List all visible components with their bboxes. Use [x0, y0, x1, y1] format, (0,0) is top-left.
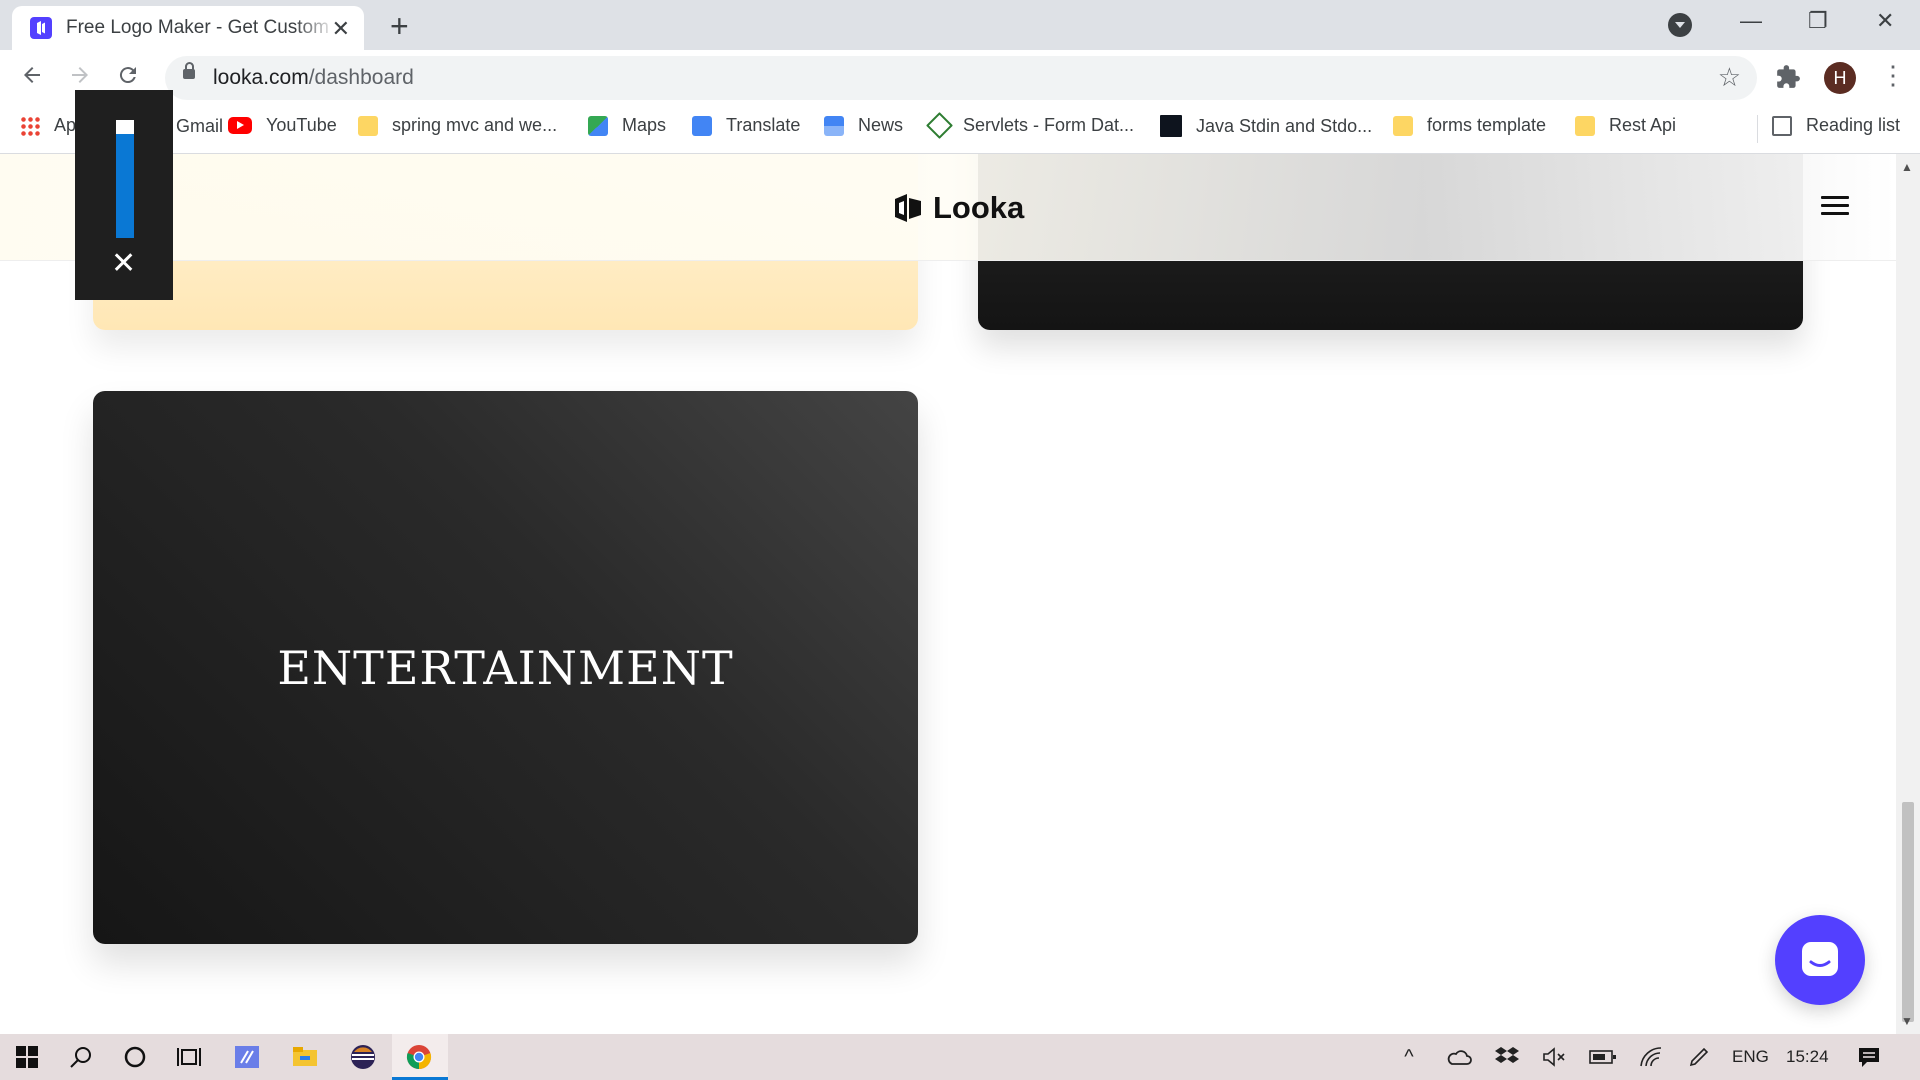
page-viewport: ENTERTAINMENT Looka	[0, 154, 1896, 1034]
bookmarks-divider	[1757, 115, 1758, 143]
folder-icon	[1393, 115, 1413, 136]
chrome-menu-icon[interactable]: ⋮	[1880, 60, 1906, 91]
minimize-button[interactable]: —	[1740, 8, 1762, 34]
volume-muted-icon[interactable]	[1540, 1042, 1570, 1072]
battery-icon[interactable]	[1588, 1042, 1618, 1072]
bookmark-translate[interactable]: Translate	[692, 115, 800, 136]
windows-start-icon[interactable]	[12, 1042, 42, 1072]
pen-icon[interactable]	[1684, 1042, 1714, 1072]
language-indicator[interactable]: ENG	[1732, 1047, 1769, 1067]
scroll-up-arrow-icon[interactable]: ▲	[1901, 160, 1913, 174]
entertainment-label: ENTERTAINMENT	[277, 640, 734, 695]
bookmark-youtube[interactable]: YouTube	[228, 115, 337, 136]
show-hidden-icons-icon[interactable]: ^	[1394, 1042, 1424, 1072]
bookmark-servlets[interactable]: Servlets - Form Dat...	[926, 112, 1134, 139]
bookmark-folder-forms[interactable]: forms template	[1393, 115, 1546, 136]
hackerrank-icon	[1160, 115, 1182, 137]
close-tab-icon[interactable]: ✕	[332, 16, 350, 42]
bookmark-news[interactable]: News	[824, 115, 903, 136]
tab-title: Free Logo Maker - Get Custom Logo	[66, 17, 336, 38]
scroll-down-arrow-icon[interactable]: ▼	[1901, 1014, 1913, 1028]
eclipse-icon[interactable]	[348, 1042, 378, 1072]
news-icon	[824, 115, 844, 136]
bookmark-hackerrank[interactable]: Java Stdin and Stdo...	[1160, 115, 1372, 137]
logo-text: Looka	[933, 190, 1025, 225]
page-scrollbar[interactable]: ▲ ▼	[1896, 154, 1920, 1034]
volume-overlay: ✕	[75, 90, 173, 300]
extensions-icon[interactable]	[1775, 64, 1801, 90]
address-bar[interactable]: looka.com/dashboard ☆	[165, 56, 1757, 100]
bookmark-maps[interactable]: Maps	[588, 115, 666, 136]
url-text: looka.com/dashboard	[213, 66, 414, 89]
lock-icon[interactable]	[183, 62, 195, 79]
servlets-icon	[926, 112, 953, 139]
apps-grid-icon	[20, 115, 40, 136]
hamburger-menu-icon[interactable]	[1821, 196, 1849, 216]
close-window-button[interactable]: ✕	[1876, 8, 1894, 34]
youtube-icon	[228, 117, 252, 134]
profile-avatar[interactable]: H	[1824, 62, 1856, 94]
translate-icon	[692, 115, 712, 136]
looka-logo[interactable]: Looka	[893, 190, 1024, 226]
search-icon[interactable]	[66, 1042, 96, 1072]
restore-button[interactable]: ❐	[1808, 8, 1828, 34]
scrollbar-thumb[interactable]	[1902, 802, 1914, 1022]
cortana-icon[interactable]	[120, 1042, 150, 1072]
bookmarks-bar: Apps Gmail YouTube spring mvc and we... …	[0, 105, 1920, 154]
looka-favicon-icon	[30, 17, 52, 39]
new-tab-button[interactable]: +	[390, 8, 409, 45]
folder-icon	[358, 115, 378, 136]
reading-list-button[interactable]: Reading list	[1772, 115, 1900, 136]
folder-icon	[1575, 115, 1595, 136]
chat-launcher-button[interactable]	[1775, 915, 1865, 1005]
app-editor-icon[interactable]	[232, 1042, 262, 1072]
wifi-icon[interactable]	[1636, 1042, 1666, 1072]
bookmark-folder-rest[interactable]: Rest Api	[1575, 115, 1676, 136]
volume-slider-thumb[interactable]	[116, 120, 134, 134]
chrome-icon[interactable]	[404, 1042, 434, 1072]
tab-search-icon[interactable]	[1668, 13, 1692, 37]
site-header: Looka	[0, 154, 1896, 261]
category-card-entertainment[interactable]: ENTERTAINMENT	[93, 391, 918, 944]
file-explorer-icon[interactable]	[290, 1042, 320, 1072]
mute-icon[interactable]: ✕	[111, 246, 136, 281]
onedrive-icon[interactable]	[1444, 1042, 1474, 1072]
windows-taskbar: ^ ENG 15:24	[0, 1034, 1920, 1080]
bookmark-folder-spring[interactable]: spring mvc and we...	[358, 115, 557, 136]
dropbox-icon[interactable]	[1492, 1042, 1522, 1072]
browser-tab[interactable]: Free Logo Maker - Get Custom Logo ✕	[12, 6, 364, 50]
reading-list-icon	[1772, 115, 1792, 136]
maps-icon	[588, 115, 608, 136]
bookmark-star-icon[interactable]: ☆	[1718, 62, 1741, 93]
looka-logo-icon	[895, 194, 921, 222]
task-view-icon[interactable]	[174, 1042, 204, 1072]
notifications-icon[interactable]	[1854, 1042, 1884, 1072]
back-button[interactable]	[20, 62, 44, 94]
volume-slider[interactable]	[116, 120, 134, 238]
chat-icon	[1802, 942, 1838, 976]
tab-strip: Free Logo Maker - Get Custom Logo ✕ + — …	[0, 0, 1920, 50]
clock[interactable]: 15:24	[1786, 1047, 1829, 1067]
browser-toolbar: looka.com/dashboard ☆ H ⋮	[0, 50, 1920, 105]
